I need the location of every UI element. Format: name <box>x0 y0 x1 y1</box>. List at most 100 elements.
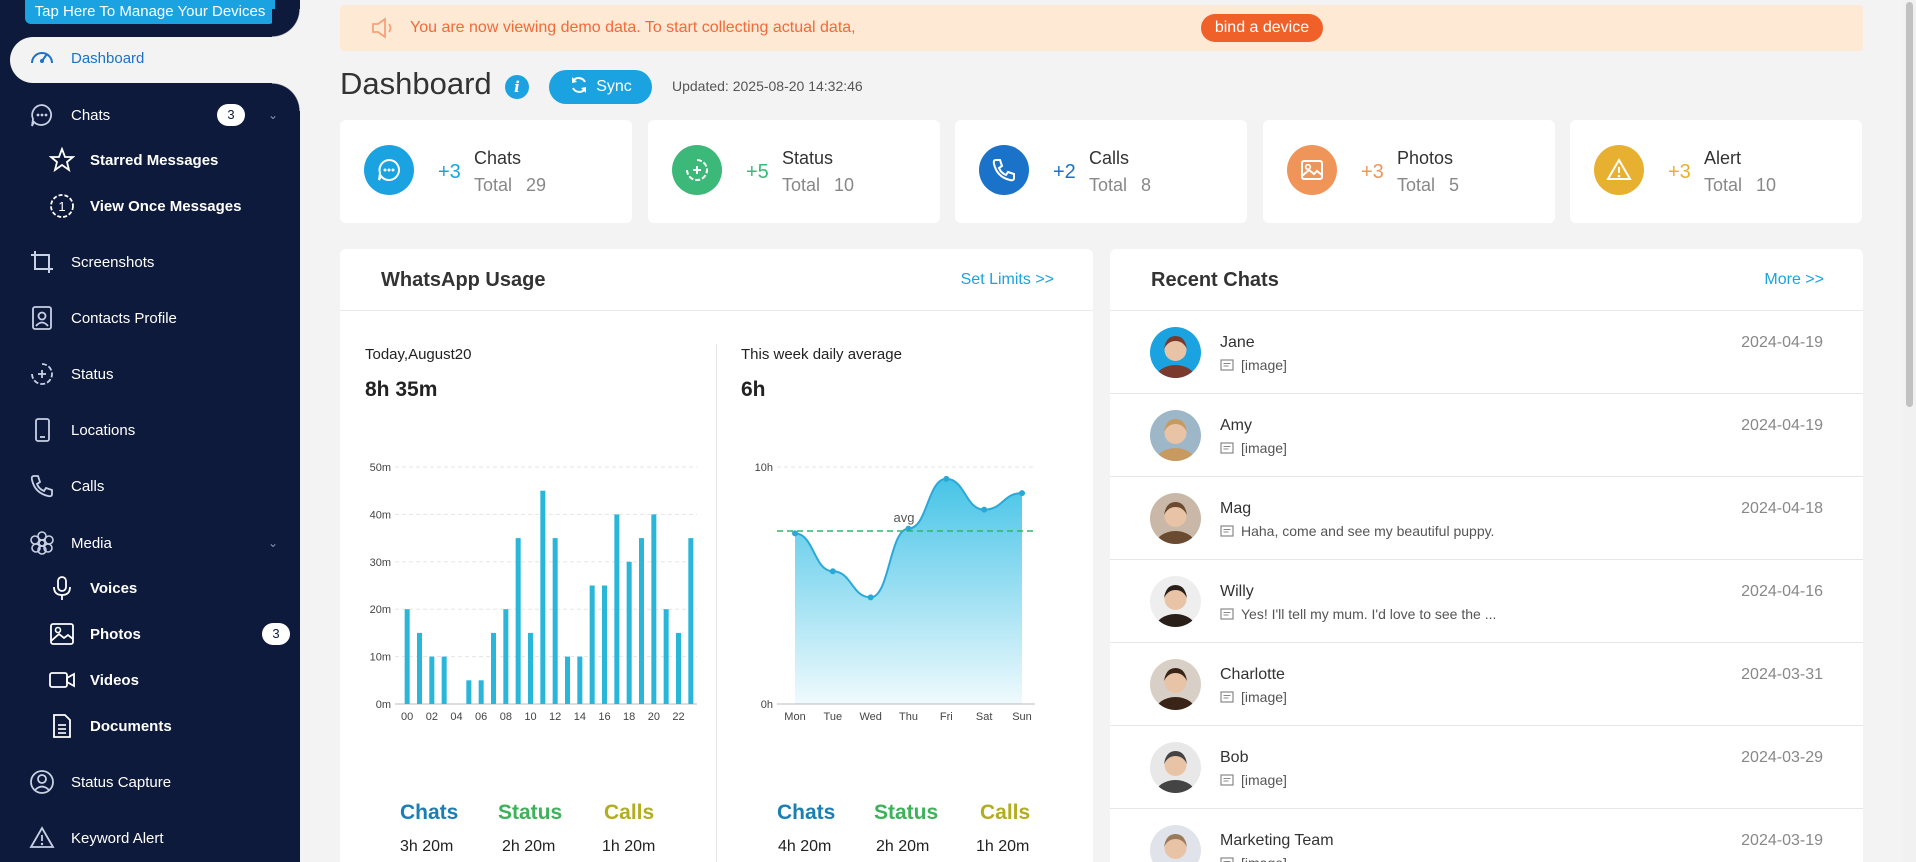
x-tick-label: 18 <box>623 711 635 723</box>
message-icon <box>1220 525 1234 544</box>
sidebar-item-view-once-messages[interactable]: 1 View Once Messages <box>0 191 300 221</box>
sidebar-item-documents[interactable]: Documents <box>0 711 300 741</box>
warning-icon <box>28 824 56 852</box>
sidebar-item-label: Voices <box>90 579 138 597</box>
document-icon <box>48 712 76 740</box>
y-tick-label: 20m <box>370 604 391 616</box>
speaker-icon <box>370 16 396 45</box>
status-ring-icon <box>28 360 56 388</box>
legend-status: Status <box>498 801 563 824</box>
set-limits-link[interactable]: Set Limits >> <box>961 271 1054 289</box>
sidebar-item-media[interactable]: Media ⌄ <box>0 528 300 558</box>
message-icon <box>1220 857 1234 862</box>
user-circle-icon <box>28 768 56 796</box>
sidebar-item-videos[interactable]: Videos <box>0 665 300 695</box>
chat-row[interactable]: Bob [image] 2024-03-29 <box>1110 726 1863 809</box>
stat-card-chats[interactable]: +3 Chats Total 29 <box>340 120 632 223</box>
stat-total: Total 8 <box>1089 175 1152 195</box>
stat-card-alert[interactable]: +3 Alert Total 10 <box>1570 120 1862 223</box>
sidebar-item-contacts-profile[interactable]: Contacts Profile <box>0 303 300 333</box>
demo-data-banner: You are now viewing demo data. To start … <box>340 5 1863 51</box>
chat-row[interactable]: Willy Yes! I'll tell my mum. I'd love to … <box>1110 560 1863 643</box>
chat-name: Bob <box>1220 749 1249 766</box>
stat-total: Total 5 <box>1397 175 1460 195</box>
count-badge: 3 <box>262 623 290 645</box>
chat-row[interactable]: Jane [image] 2024-04-19 <box>1110 311 1863 394</box>
sidebar-item-photos[interactable]: Photos 3 <box>0 619 300 649</box>
sidebar: Tap Here To Manage Your Devices Dashboar… <box>0 0 300 862</box>
bar <box>417 632 422 704</box>
sidebar-item-calls[interactable]: Calls <box>0 471 300 501</box>
chat-row[interactable]: Charlotte [image] 2024-03-31 <box>1110 643 1863 726</box>
stat-card-calls[interactable]: +2 Calls Total 8 <box>955 120 1247 223</box>
sidebar-item-label: Keyword Alert <box>71 829 164 847</box>
sidebar-item-label: Status <box>71 365 114 383</box>
stat-card-photos[interactable]: +3 Photos Total 5 <box>1263 120 1555 223</box>
count-badge: 3 <box>217 104 245 126</box>
bar <box>491 632 496 704</box>
chat-row[interactable]: Amy [image] 2024-04-19 <box>1110 394 1863 477</box>
sidebar-item-dashboard[interactable]: Dashboard <box>0 43 300 73</box>
chat-date: 2024-04-19 <box>1741 417 1823 434</box>
bar <box>639 538 644 704</box>
y-tick-label: 10m <box>370 652 391 664</box>
bar <box>540 490 546 704</box>
legend-calls-value: 1h 20m <box>976 838 1030 855</box>
bind-device-button[interactable]: bind a device <box>1201 14 1323 42</box>
chat-date: 2024-04-18 <box>1741 500 1823 517</box>
sidebar-item-chats[interactable]: Chats 3 ⌄ <box>0 100 300 130</box>
sidebar-item-status[interactable]: Status <box>0 359 300 389</box>
card-title: WhatsApp Usage <box>381 269 546 291</box>
sidebar-item-starred-messages[interactable]: Starred Messages <box>0 145 300 175</box>
sidebar-item-label: Media <box>71 534 112 552</box>
sidebar-item-label: Videos <box>90 671 139 689</box>
avatar <box>1150 825 1201 862</box>
x-tick-label: 14 <box>574 711 586 723</box>
chat-preview: [image] <box>1241 440 1287 456</box>
data-point <box>943 475 950 482</box>
x-tick-label: 12 <box>549 711 561 723</box>
message-icon <box>1220 359 1234 378</box>
legend-chats-value: 3h 20m <box>400 838 454 855</box>
message-icon <box>1220 774 1234 793</box>
data-point <box>1019 490 1025 497</box>
week-time: 6h <box>741 378 766 401</box>
page-scrollbar[interactable] <box>1903 0 1916 862</box>
chat-name: Willy <box>1220 583 1254 600</box>
manage-devices-button[interactable]: Tap Here To Manage Your Devices <box>25 0 275 24</box>
chevron-down-icon[interactable]: ⌄ <box>268 108 278 122</box>
sidebar-item-label: Status Capture <box>71 773 172 791</box>
chevron-down-icon[interactable]: ⌄ <box>268 536 278 550</box>
chat-date: 2024-04-19 <box>1741 334 1823 351</box>
chat-row[interactable]: Mag Haha, come and see my beautiful puppy… <box>1110 477 1863 560</box>
sidebar-item-status-capture[interactable]: Status Capture <box>0 767 300 797</box>
sidebar-item-keyword-alert[interactable]: Keyword Alert <box>0 823 300 853</box>
scrollbar-thumb[interactable] <box>1906 2 1913 407</box>
avatar <box>1150 493 1201 544</box>
video-camera-icon <box>48 666 76 694</box>
x-tick-label: Mon <box>784 711 805 723</box>
stat-delta: +5 <box>746 161 769 183</box>
sidebar-item-screenshots[interactable]: Screenshots <box>0 247 300 277</box>
legend-calls: Calls <box>980 801 1031 824</box>
stat-card-status[interactable]: +5 Status Total 10 <box>648 120 940 223</box>
avatar <box>1150 410 1201 461</box>
data-point <box>981 506 988 513</box>
average-label: avg <box>894 510 915 525</box>
avatar <box>1150 659 1201 710</box>
bar <box>589 585 595 704</box>
chat-row[interactable]: Marketing Team [image] 2024-03-19 <box>1110 809 1863 862</box>
legend-status: Status <box>874 801 939 824</box>
avatar <box>1150 327 1201 378</box>
sidebar-item-voices[interactable]: Voices <box>0 573 300 603</box>
bar <box>515 538 521 704</box>
sync-button[interactable]: Sync <box>549 70 652 104</box>
info-icon[interactable]: i <box>505 75 529 99</box>
warning-icon <box>1594 145 1644 195</box>
chat-bubble-icon <box>28 101 56 129</box>
legend-status-value: 2h 20m <box>876 838 930 855</box>
more-link[interactable]: More >> <box>1764 271 1824 289</box>
x-tick-label: 02 <box>426 711 438 723</box>
weekly-area-chart: 10h 0h avg Mon Tue Wed Thu Fri Sat Sun <box>755 462 1035 723</box>
sidebar-item-locations[interactable]: Locations <box>0 415 300 445</box>
